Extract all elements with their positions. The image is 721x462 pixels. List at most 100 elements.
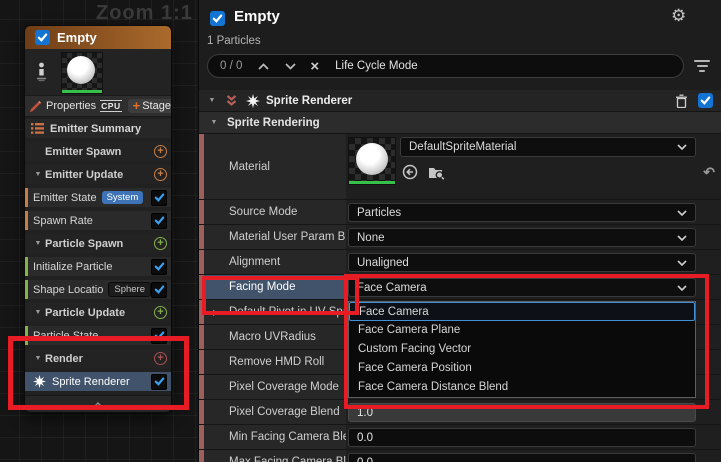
emitter-row-emitter-state[interactable]: Emitter StateSystem xyxy=(25,188,171,207)
chevron-down-icon xyxy=(677,235,687,241)
delete-renderer-icon[interactable] xyxy=(675,94,688,108)
clear-search-icon[interactable]: × xyxy=(310,59,319,74)
emitter-row-particle-update[interactable]: ▼Particle Update+ xyxy=(25,303,171,322)
module-enabled-checkbox[interactable] xyxy=(151,213,167,229)
module-enabled-checkbox[interactable] xyxy=(151,190,167,206)
summary-list-icon xyxy=(31,123,44,134)
emitter-row-sprite-renderer[interactable]: Sprite Renderer xyxy=(25,372,171,391)
add-module-icon[interactable]: + xyxy=(154,237,167,250)
min-facing-camera-ble-field[interactable]: 0.0 xyxy=(348,428,696,447)
property-label[interactable]: Source Mode xyxy=(199,200,346,224)
property-label[interactable]: Macro UVRadius xyxy=(199,325,346,349)
facing-mode-dropdown-list: Face CameraFace Camera PlaneCustom Facin… xyxy=(348,301,696,398)
property-label[interactable]: Material User Param Bi... xyxy=(199,225,346,249)
chevron-down-icon xyxy=(677,210,687,216)
details-enabled-checkbox[interactable] xyxy=(210,11,225,26)
pixel-coverage-blend-field[interactable]: 1.0 xyxy=(348,403,696,422)
search-input[interactable]: Life Cycle Mode xyxy=(335,60,417,72)
property-row-material: Material DefaultSpriteMaterial ↶ xyxy=(199,134,721,200)
property-label[interactable]: ▶Default Pivot in UV Spa... xyxy=(199,300,346,324)
search-result-count: 0 / 0 xyxy=(220,60,242,72)
collapse-chevron-icon xyxy=(93,402,103,408)
search-prev-icon[interactable] xyxy=(258,63,269,70)
dropdown-option-face-camera-position[interactable]: Face Camera Position xyxy=(349,359,695,378)
emitter-header[interactable]: Empty xyxy=(25,26,171,49)
material-user-param-bi-dropdown[interactable]: None xyxy=(348,228,696,247)
property-label[interactable]: Pixel Coverage Blend xyxy=(199,400,346,424)
property-label[interactable]: Remove HMD Roll xyxy=(199,350,346,374)
alignment-dropdown[interactable]: Unaligned xyxy=(348,253,696,272)
dropdown-option-face-camera-plane[interactable]: Face Camera Plane xyxy=(349,321,695,340)
property-label[interactable]: Min Facing Camera Ble... xyxy=(199,425,346,449)
emitter-row-emitter-summary[interactable]: Emitter Summary xyxy=(25,119,171,138)
properties-button[interactable]: Properties xyxy=(46,100,96,112)
property-row-pixel-coverage-blend: Pixel Coverage Blend1.0 xyxy=(199,400,721,425)
material-asset-dropdown[interactable]: DefaultSpriteMaterial xyxy=(400,137,696,157)
emitter-row-emitter-update[interactable]: ▼Emitter Update+ xyxy=(25,165,171,184)
emitter-preview-thumbnail[interactable] xyxy=(61,52,103,94)
module-enabled-checkbox[interactable] xyxy=(151,282,167,298)
emitter-row-particle-state[interactable]: Particle State xyxy=(25,326,171,345)
source-mode-dropdown[interactable]: Particles xyxy=(348,203,696,222)
max-facing-camera-bl-field[interactable]: 0.0 xyxy=(348,453,696,462)
material-thumbnail[interactable] xyxy=(348,137,396,185)
property-label[interactable]: Facing Mode xyxy=(199,275,346,299)
dropdown-option-face-camera-distance-blend[interactable]: Face Camera Distance Blend xyxy=(349,378,695,397)
renderer-enabled-checkbox[interactable] xyxy=(698,93,713,108)
filter-icon[interactable] xyxy=(693,60,711,75)
browse-to-asset-icon[interactable] xyxy=(428,165,445,180)
emitter-row-spawn-rate[interactable]: Spawn Rate xyxy=(25,211,171,230)
module-enabled-checkbox[interactable] xyxy=(151,259,167,275)
renderer-chevrons-icon xyxy=(225,94,238,107)
reset-to-default-icon[interactable]: ↶ xyxy=(703,164,715,181)
emitter-row-particle-spawn[interactable]: ▼Particle Spawn+ xyxy=(25,234,171,253)
module-enabled-checkbox[interactable] xyxy=(151,374,167,390)
property-label[interactable]: Pixel Coverage Mode xyxy=(199,375,346,399)
expand-arrow-icon[interactable]: ▼ xyxy=(31,171,45,178)
property-label[interactable]: Material xyxy=(199,134,346,199)
property-value-cell: 1.0 xyxy=(346,400,721,424)
emitter-row-render[interactable]: ▼Render+ xyxy=(25,349,171,368)
add-stage-button[interactable]: + Stage xyxy=(128,99,172,113)
search-next-icon[interactable] xyxy=(285,63,296,70)
property-value-cell: 0.0 xyxy=(346,450,721,462)
chevron-down-icon xyxy=(677,285,687,291)
expand-arrow-icon[interactable]: ▼ xyxy=(31,355,45,362)
add-module-icon[interactable]: + xyxy=(154,352,167,365)
property-row-material-user-param-bi: Material User Param Bi...None xyxy=(199,225,721,250)
add-module-icon[interactable]: + xyxy=(154,306,167,319)
emitter-row-shape-location[interactable]: Shape LocationSphere xyxy=(25,280,171,299)
property-label[interactable]: Alignment xyxy=(199,250,346,274)
emitter-collapse-footer[interactable] xyxy=(25,395,171,413)
use-selected-asset-icon[interactable] xyxy=(402,164,418,180)
property-label[interactable]: Max Facing Camera Bl... xyxy=(199,450,346,462)
sprite-renderer-header[interactable]: ▼ Sprite Renderer xyxy=(199,90,721,112)
particles-count-label: 1 Particles xyxy=(207,35,261,47)
sprite-rendering-section[interactable]: ▼ Sprite Rendering xyxy=(199,112,721,134)
property-row-facing-mode: Facing ModeFace Camera xyxy=(199,275,721,300)
expand-arrow-icon[interactable]: ▼ xyxy=(31,309,45,316)
selection-details-panel: Empty ⚙ 1 Particles 0 / 0 × Life Cycle M… xyxy=(198,0,721,462)
expander-arrow-icon[interactable]: ▶ xyxy=(213,308,219,317)
chevron-down-icon xyxy=(677,144,687,150)
sprite-preview xyxy=(67,56,95,84)
emitter-row-initialize-particle[interactable]: Initialize Particle xyxy=(25,257,171,276)
emitter-row-emitter-spawn[interactable]: ▼Emitter Spawn+ xyxy=(25,142,171,161)
add-module-icon[interactable]: + xyxy=(154,145,167,158)
emitter-title: Empty xyxy=(57,30,97,45)
gear-icon[interactable]: ⚙ xyxy=(671,7,686,24)
add-module-icon[interactable]: + xyxy=(154,168,167,181)
person-scale-icon xyxy=(35,62,48,82)
module-enabled-checkbox[interactable] xyxy=(151,328,167,344)
expand-arrow-icon[interactable]: ▼ xyxy=(31,240,45,247)
chevron-down-icon xyxy=(677,260,687,266)
emitter-enabled-checkbox[interactable] xyxy=(35,30,50,45)
property-value-cell: Face Camera xyxy=(346,275,721,299)
facing-mode-dropdown[interactable]: Face Camera xyxy=(348,278,696,297)
search-bar[interactable]: 0 / 0 × Life Cycle Mode xyxy=(207,54,684,78)
expand-arrow-icon[interactable]: ▼ xyxy=(207,119,221,126)
dropdown-option-face-camera[interactable]: Face Camera xyxy=(349,302,695,321)
dropdown-option-custom-facing-vector[interactable]: Custom Facing Vector xyxy=(349,340,695,359)
property-row-alignment: AlignmentUnaligned xyxy=(199,250,721,275)
expand-arrow-icon[interactable]: ▼ xyxy=(205,97,219,104)
